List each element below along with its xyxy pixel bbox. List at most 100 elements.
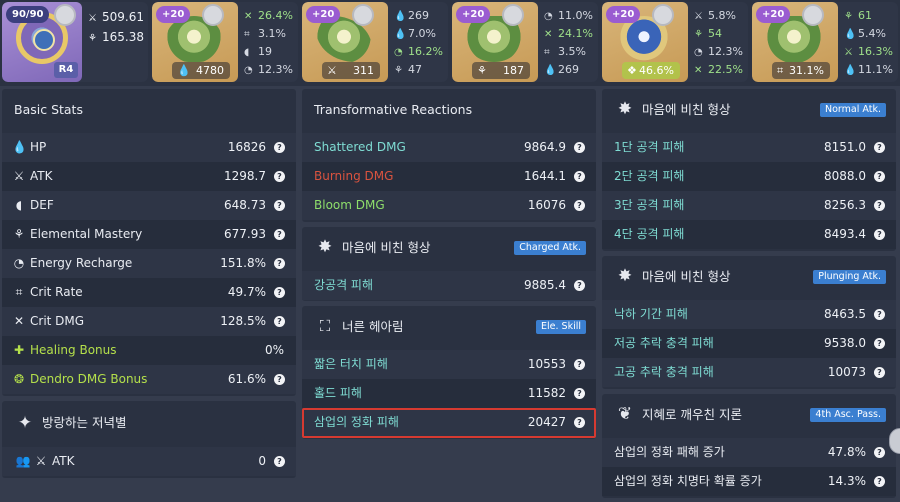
help-icon[interactable]: ? (874, 367, 885, 378)
energy-recharge-icon: ◔ (394, 47, 403, 58)
atk-icon: ⚔ (327, 64, 337, 77)
bonus-value: 47.8% (827, 445, 866, 459)
stat-value: 128.5% (220, 314, 266, 328)
help-icon[interactable]: ? (274, 456, 285, 467)
substat: ⌗ 3.1% (244, 25, 298, 43)
crit-rate-icon: ⌗ (777, 64, 784, 77)
damage-label: 2단 공격 피해 (614, 169, 685, 183)
stat-value: 677.93 (224, 227, 266, 241)
hp-icon: 💧 (844, 29, 857, 40)
help-icon[interactable]: ? (274, 287, 285, 298)
help-icon[interactable]: ? (274, 374, 285, 385)
substat-value: 47 (408, 63, 422, 76)
talent-type-badge: Charged Atk. (514, 241, 586, 255)
skill-row-hold: 홀드 피해 11582 ? (302, 379, 596, 408)
talent-type-badge: 4th Asc. Pass. (810, 408, 886, 422)
normal-row-1: 1단 공격 피해 8151.0 ? (602, 133, 896, 162)
stat-label: HP (30, 140, 47, 154)
substat: ✕ 24.1% (544, 25, 598, 43)
substat-value: 19 (258, 45, 272, 58)
artifact-main-stat: ⚔ 311 (322, 62, 380, 79)
stat-row-crit-rate: ⌗ Crit Rate 49.7% ? (2, 278, 296, 307)
help-icon[interactable]: ? (274, 171, 285, 182)
elemental-mastery-icon: ⚘ (844, 11, 853, 22)
dendro-icon: ❖ (627, 64, 637, 77)
stat-label: Crit Rate (30, 285, 83, 299)
artifact-card-goblet[interactable]: +20 ❖ 46.6% ⚔ 5.8% ⚘ 54 ◔ 12.3% ✕ 22.5% (602, 2, 748, 82)
help-icon[interactable]: ? (574, 359, 585, 370)
substat-value: 11.1% (858, 63, 893, 76)
scroll-handle[interactable] (889, 428, 900, 454)
reaction-label: Burning DMG (314, 169, 394, 183)
help-icon[interactable]: ? (274, 142, 285, 153)
help-icon[interactable]: ? (274, 316, 285, 327)
reaction-row-bloom: Bloom DMG 16076 ? (302, 191, 596, 220)
substat-value: 16.2% (408, 45, 443, 58)
weapon-card[interactable]: 90/90 R4 ⚔ 509.61 ⚘ 165.38 (2, 2, 148, 82)
substat-value: 22.5% (708, 63, 743, 76)
talent-type-badge: Normal Atk. (820, 103, 886, 117)
help-icon[interactable]: ? (574, 280, 585, 291)
damage-label: 짧은 터치 피해 (314, 357, 388, 371)
help-icon[interactable]: ? (874, 447, 885, 458)
help-icon[interactable]: ? (874, 200, 885, 211)
artifact-card-plume[interactable]: +20 ⚔ 311 💧 269 💧 7.0% ◔ 16.2% ⚘ 47 (302, 2, 448, 82)
normal-row-2: 2단 공격 피해 8088.0 ? (602, 162, 896, 191)
help-icon[interactable]: ? (874, 142, 885, 153)
weapon-substat-value: 165.38 (102, 30, 144, 44)
damage-value: 8151.0 (824, 140, 866, 154)
hp-icon: 💧 (544, 65, 557, 76)
reaction-row-burning: Burning DMG 1644.1 ? (302, 162, 596, 191)
substat-value: 24.1% (558, 27, 593, 40)
help-icon[interactable]: ? (874, 171, 885, 182)
artifact-substats: ✕ 26.4% ⌗ 3.1% ◖ 19 ◔ 12.3% (244, 7, 298, 79)
weapon-base-atk: ⚔ 509.61 (88, 7, 148, 27)
substat-value: 61 (858, 9, 872, 22)
talent-burst-icon: ✸ (617, 99, 633, 119)
help-icon[interactable]: ? (574, 142, 585, 153)
panel-title: 방랑하는 저녁별 (42, 415, 127, 430)
help-icon[interactable]: ? (874, 229, 885, 240)
help-icon[interactable]: ? (274, 229, 285, 240)
help-icon[interactable]: ? (574, 417, 585, 428)
energy-recharge-icon: ◔ (694, 47, 703, 58)
help-icon[interactable]: ? (274, 258, 285, 269)
normal-row-4: 4단 공격 피해 8493.4 ? (602, 220, 896, 249)
artifact-level: +20 (606, 6, 641, 23)
damage-value: 20427 (527, 415, 566, 429)
help-icon[interactable]: ? (874, 476, 885, 487)
elemental-mastery-icon: ⚘ (694, 29, 703, 40)
stat-row-hp: 💧 HP 16826 ? (2, 133, 296, 162)
stat-value: 0% (264, 343, 284, 357)
damage-label: 낙하 기간 피해 (614, 307, 688, 321)
damage-value: 10073 (827, 365, 866, 379)
help-icon[interactable]: ? (574, 171, 585, 182)
weapon-level: 90/90 (6, 6, 50, 23)
help-icon[interactable]: ? (274, 200, 285, 211)
artifact-card-flower[interactable]: +20 💧 4780 ✕ 26.4% ⌗ 3.1% ◖ 19 ◔ 12.3% (152, 2, 298, 82)
wanderer-constellation-icon: ✦ (17, 413, 33, 433)
substat-value: 26.4% (258, 9, 293, 22)
artifact-card-circlet[interactable]: +20 ⌗ 31.1% ⚘ 61 💧 5.4% ⚔ 16.3% 💧 11.1% (752, 2, 898, 82)
bonus-value: 14.3% (827, 474, 866, 488)
stat-label: ⚔ ATK (36, 447, 75, 476)
damage-label: 1단 공격 피해 (614, 140, 685, 154)
substat: ⚘ 47 (394, 61, 448, 79)
stat-label: Elemental Mastery (30, 227, 143, 241)
elemental-mastery-icon: ⚘ (13, 227, 25, 241)
basic-stats-title: Basic Stats (2, 89, 296, 130)
refinement-badge: R4 (54, 62, 78, 78)
help-icon[interactable]: ? (874, 309, 885, 320)
weapon-substat: ⚘ 165.38 (88, 27, 148, 47)
charged-header: ✸ 마음에 비친 형상 Charged Atk. (302, 227, 596, 269)
help-icon[interactable]: ? (574, 388, 585, 399)
help-icon[interactable]: ? (574, 200, 585, 211)
charged-row: 강공격 피해 9885.4 ? (302, 271, 596, 300)
bonus-label: 삼업의 정화 치명타 확률 증가 (614, 474, 762, 488)
artifact-card-sands[interactable]: +20 ⚘ 187 ◔ 11.0% ✕ 24.1% ⌗ 3.5% 💧 269 (452, 2, 598, 82)
passive-header: ❦ 지혜로 깨우친 지론 4th Asc. Pass. (602, 394, 896, 435)
help-icon[interactable]: ? (874, 338, 885, 349)
weapon-thumbnail: 90/90 R4 (2, 2, 82, 82)
atk-icon: ⚔ (13, 169, 25, 183)
panel-title: 마음에 비친 형상 (642, 102, 731, 117)
